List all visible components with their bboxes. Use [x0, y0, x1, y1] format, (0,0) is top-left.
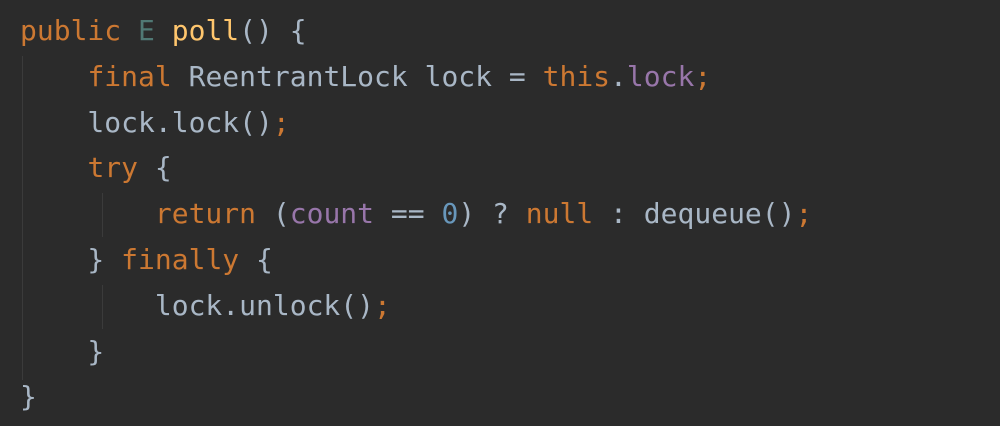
code-editor[interactable]: public E poll() { final ReentrantLock lo…	[0, 0, 1000, 426]
code-token: count	[289, 197, 375, 231]
code-token: lock.unlock()	[20, 288, 375, 322]
code-token: return	[154, 197, 257, 231]
code-token: lock.lock()	[20, 105, 273, 139]
code-token: ;	[694, 59, 712, 93]
code-block[interactable]: public E poll() { final ReentrantLock lo…	[20, 8, 812, 420]
code-token: poll	[171, 14, 240, 47]
code-token: ;	[374, 288, 391, 322]
code-token: () {	[239, 14, 307, 47]
code-token: try	[87, 151, 139, 185]
code-line[interactable]: public E poll() {	[20, 8, 812, 54]
code-token: }	[20, 380, 37, 414]
code-line[interactable]: final ReentrantLock lock = this.lock;	[20, 54, 812, 100]
code-token: ;	[272, 105, 290, 139]
code-token: }	[20, 242, 122, 276]
code-token: final	[87, 59, 172, 93]
code-token: finally	[121, 242, 240, 276]
code-token: {	[239, 242, 273, 276]
code-line[interactable]: }	[20, 374, 812, 420]
code-token: .	[610, 59, 627, 93]
code-token: 0	[441, 197, 459, 231]
code-token: ReentrantLock lock =	[171, 59, 543, 93]
code-token: (	[256, 197, 290, 231]
code-token: ) ?	[458, 197, 526, 231]
code-token: ;	[795, 197, 813, 231]
code-token: public	[20, 14, 122, 47]
code-token: }	[20, 334, 105, 368]
code-line[interactable]: } finally {	[20, 237, 812, 283]
code-line[interactable]: lock.unlock();	[20, 283, 812, 329]
code-token: this	[542, 59, 611, 93]
code-token: null	[525, 197, 594, 231]
code-token: {	[138, 151, 172, 185]
code-line[interactable]: }	[20, 329, 812, 375]
code-token: E	[138, 14, 155, 47]
code-line[interactable]: return (count == 0) ? null : dequeue();	[20, 191, 813, 237]
code-token: lock	[626, 59, 695, 93]
code-line[interactable]: lock.lock();	[20, 100, 812, 146]
code-line[interactable]: try {	[20, 145, 812, 191]
code-token: : dequeue()	[593, 197, 796, 231]
code-token: ==	[374, 197, 442, 231]
